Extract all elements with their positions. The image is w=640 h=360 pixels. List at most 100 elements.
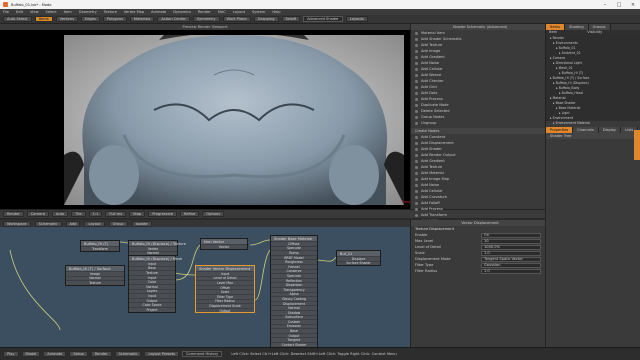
toolbar-button-symmetry[interactable]: Symmetry (192, 16, 220, 22)
menu-item-help[interactable]: Help (272, 10, 280, 14)
menu-item-layout[interactable]: Layout (233, 10, 245, 14)
property-value-field[interactable]: Tangent Space Vector (481, 256, 541, 262)
minimize-button[interactable]: – (598, 0, 612, 9)
bottom-button-setup[interactable]: Setup (69, 351, 88, 357)
toolbar-button-items[interactable]: Items (34, 16, 53, 22)
preset-bullet-icon (415, 109, 418, 113)
menu-item-texture[interactable]: Texture (104, 10, 117, 14)
schematic-node[interactable]: Shader Vector Displacement Input Level of … (195, 265, 255, 314)
menu-item-view[interactable]: View (30, 10, 39, 14)
render-button-options[interactable]: Options (202, 211, 225, 217)
node-type-icon (415, 213, 418, 217)
tab-shading[interactable]: Shading (565, 24, 589, 30)
shader-presets-panel: Shader Schematic (Advanced) Material Ite… (410, 24, 545, 236)
item-list-tree[interactable]: ▸ Render ▸ Environments ▸ Buffalo_01 ▸ Ambi… (546, 35, 640, 125)
viewport-header: Preview Render Viewport (0, 24, 410, 30)
preset-item[interactable]: Ungroup (411, 120, 545, 126)
render-button-refine[interactable]: Refine (180, 211, 200, 217)
schematic-tool-group[interactable]: Group (108, 220, 128, 227)
node-port[interactable]: Surface Shader (337, 260, 380, 265)
create-node-label: Add Render Output (421, 153, 456, 157)
menu-item-item[interactable]: Item (64, 10, 72, 14)
toolbar-button-falloff[interactable]: Falloff (281, 16, 301, 22)
bottom-button-layout-presets[interactable]: Layout Presets (144, 351, 179, 357)
item-list-row[interactable]: ▸ Environment Material (550, 120, 640, 125)
menu-item-edit[interactable]: Edit (16, 10, 23, 14)
menu-item-geometry[interactable]: Geometry (79, 10, 97, 14)
render-button-full-res[interactable]: Full res (105, 211, 127, 217)
toolbar-button-materials[interactable]: Materials (129, 16, 155, 22)
node-port[interactable]: Vector (201, 244, 247, 249)
item-row-label: ▸ Directional Light (553, 60, 582, 65)
preset-bullet-icon (415, 37, 418, 41)
preset-bullet-icon (415, 103, 418, 107)
schematic-node[interactable]: Buffalo_Hi (Displace) / Texture Vertex Nor… (128, 240, 186, 257)
create-node-label: Add Shader (421, 147, 442, 151)
render-button-auto[interactable]: Auto (51, 211, 69, 217)
schematic-tool-isolate[interactable]: Isolate (131, 220, 152, 227)
node-port[interactable]: Transform (81, 246, 119, 251)
menu-item-vertex-map[interactable]: Vertex Map (124, 10, 144, 14)
toolbar-button-vertices[interactable]: Vertices (55, 16, 78, 22)
schematic-node[interactable]: Nrm Vector Vector (200, 238, 248, 250)
menu-item-mac[interactable]: MAC (218, 10, 226, 14)
bottom-button-play[interactable]: Play (3, 351, 19, 357)
bottom-status-bar: Play Model Animate Setup Render Schematic Layo… (0, 347, 640, 360)
schematic-node[interactable]: Buffalo_Hi (Displace) / Mesh Input Base Tex… (128, 255, 182, 313)
maximize-button[interactable]: □ (612, 0, 626, 9)
toolbar-button-polygons[interactable]: Polygons (102, 16, 127, 22)
command-history-field[interactable]: Command History (181, 351, 223, 357)
property-value-field[interactable]: Gaussian (481, 262, 541, 268)
toolbar-button-edges[interactable]: Edges (80, 16, 100, 22)
bottom-button-model[interactable]: Model (21, 351, 41, 357)
schematic-tool-layout[interactable]: Layout (84, 220, 105, 227)
render-preview-image (64, 35, 404, 205)
schematic-node[interactable]: Buf_01 Displace Surface Shader (336, 250, 381, 267)
node-port[interactable]: Texture (66, 280, 124, 285)
toolbar-button-action-center[interactable]: Action Center (157, 16, 190, 22)
tab-properties[interactable]: Properties (546, 127, 574, 133)
render-button-progressive[interactable]: Progressive (148, 211, 177, 217)
bottom-button-animate[interactable]: Animate (43, 351, 67, 357)
schematic-tool-add[interactable]: Add (65, 220, 81, 227)
property-value-field[interactable]: 10 (481, 238, 541, 244)
preset-bullet-icon (415, 55, 418, 59)
menu-item-render[interactable]: Render (198, 10, 211, 14)
toolbar-button-snapping[interactable]: Snapping (253, 16, 279, 22)
close-button[interactable]: × (626, 0, 640, 9)
render-button-tile[interactable]: Tile (71, 211, 86, 217)
property-value-field[interactable]: 1000.0% (481, 244, 541, 250)
schematic-tool-workspace[interactable]: Workspace (3, 220, 31, 227)
toolbar-button-work-plane[interactable]: Work Plane (222, 16, 251, 22)
tab-channels[interactable]: Channels (573, 127, 599, 133)
property-value-field[interactable]: 1.0 (481, 250, 541, 256)
schematic-tool-schematic[interactable]: Schematic (34, 220, 62, 227)
menu-item-animate[interactable]: Animate (151, 10, 166, 14)
node-port[interactable]: Project (129, 306, 175, 312)
node-port[interactable]: Output (196, 307, 254, 313)
node-port[interactable]: Contact Shader (271, 342, 317, 347)
schematic-node[interactable]: Buffalo_Hi (T) Transform (80, 240, 120, 252)
render-button-camera[interactable]: Camera (26, 211, 49, 217)
schematic-node[interactable]: Shader Base Material Diffuse Specular Bump B… (270, 235, 318, 348)
toolbar-button-auto-select[interactable]: Auto Select (3, 16, 32, 22)
layouts-button[interactable]: Layouts (345, 16, 368, 22)
preset-bullet-icon (415, 121, 418, 125)
menu-item-file[interactable]: File (3, 10, 9, 14)
layout-selector[interactable]: Advanced Shader (303, 16, 343, 22)
property-label: Enable (415, 233, 428, 237)
window-title: Buffalo_01.lxo* - Modo (11, 2, 52, 7)
bottom-button-schematic[interactable]: Schematic (114, 351, 142, 357)
render-button-1-1[interactable]: 1:1 (88, 211, 103, 217)
render-button-render[interactable]: Render (3, 211, 24, 217)
bottom-button-render[interactable]: Render (90, 351, 112, 357)
side-panel-tab[interactable] (634, 130, 640, 160)
property-value-field[interactable]: On (481, 232, 541, 238)
menu-item-select[interactable]: Select (46, 10, 57, 14)
tab-display[interactable]: Display (598, 127, 622, 133)
schematic-node[interactable]: Buffalo_Hi (T) / Surface Image Normal Textu… (65, 265, 125, 286)
property-value-field[interactable]: 1.0 (481, 268, 541, 274)
render-button-stop[interactable]: Stop (129, 211, 146, 217)
menu-item-system[interactable]: System (252, 10, 265, 14)
menu-item-dynamics[interactable]: Dynamics (173, 10, 191, 14)
